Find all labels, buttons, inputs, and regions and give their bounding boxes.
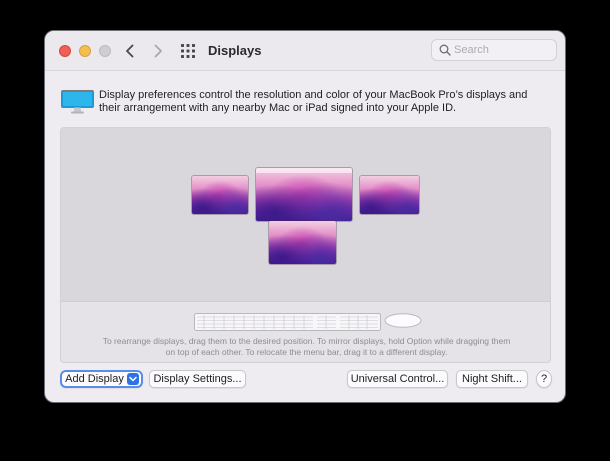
add-display-label: Add Display <box>65 373 124 385</box>
wallpaper-image <box>360 176 419 214</box>
zoom-button[interactable] <box>99 45 111 57</box>
keyboard-icon <box>194 313 381 331</box>
minimize-button[interactable] <box>79 45 91 57</box>
chevron-down-icon <box>127 373 139 385</box>
close-button[interactable] <box>59 45 71 57</box>
universal-control-button[interactable]: Universal Control... <box>347 370 448 388</box>
add-display-button[interactable]: Add Display <box>60 370 143 388</box>
display-thumbnail-right[interactable] <box>360 176 419 214</box>
chevron-left-icon <box>126 44 134 58</box>
help-button[interactable]: ? <box>536 370 552 388</box>
search-field[interactable] <box>431 39 557 61</box>
mouse-icon <box>384 313 422 328</box>
display-thumbnail-left[interactable] <box>192 176 248 214</box>
display-icon <box>61 90 94 114</box>
search-icon <box>439 44 451 56</box>
forward-button[interactable] <box>148 40 168 62</box>
display-settings-button[interactable]: Display Settings... <box>149 370 246 388</box>
arrangement-hint: To rearrange displays, drag them to the … <box>102 336 511 357</box>
title-bar: Displays <box>45 31 565 71</box>
peripherals-area: To rearrange displays, drag them to the … <box>61 301 550 362</box>
show-all-grid-icon[interactable] <box>181 44 195 58</box>
wallpaper-image <box>192 176 248 214</box>
chevron-right-icon <box>154 44 162 58</box>
back-button[interactable] <box>120 40 140 62</box>
search-input[interactable] <box>454 42 552 58</box>
wallpaper-image <box>269 221 336 264</box>
night-shift-button[interactable]: Night Shift... <box>456 370 528 388</box>
menu-bar-indicator[interactable] <box>256 168 352 173</box>
system-preferences-window: Displays Display preferences control the… <box>44 30 566 403</box>
display-arrangement-area[interactable]: To rearrange displays, drag them to the … <box>60 127 551 363</box>
window-title: Displays <box>208 43 262 58</box>
display-thumbnail-main[interactable] <box>256 168 352 221</box>
wallpaper-image <box>256 168 352 221</box>
display-canvas <box>61 128 550 301</box>
pane-description: Display preferences control the resoluti… <box>99 89 528 114</box>
display-thumbnail-bottom[interactable] <box>269 221 336 264</box>
